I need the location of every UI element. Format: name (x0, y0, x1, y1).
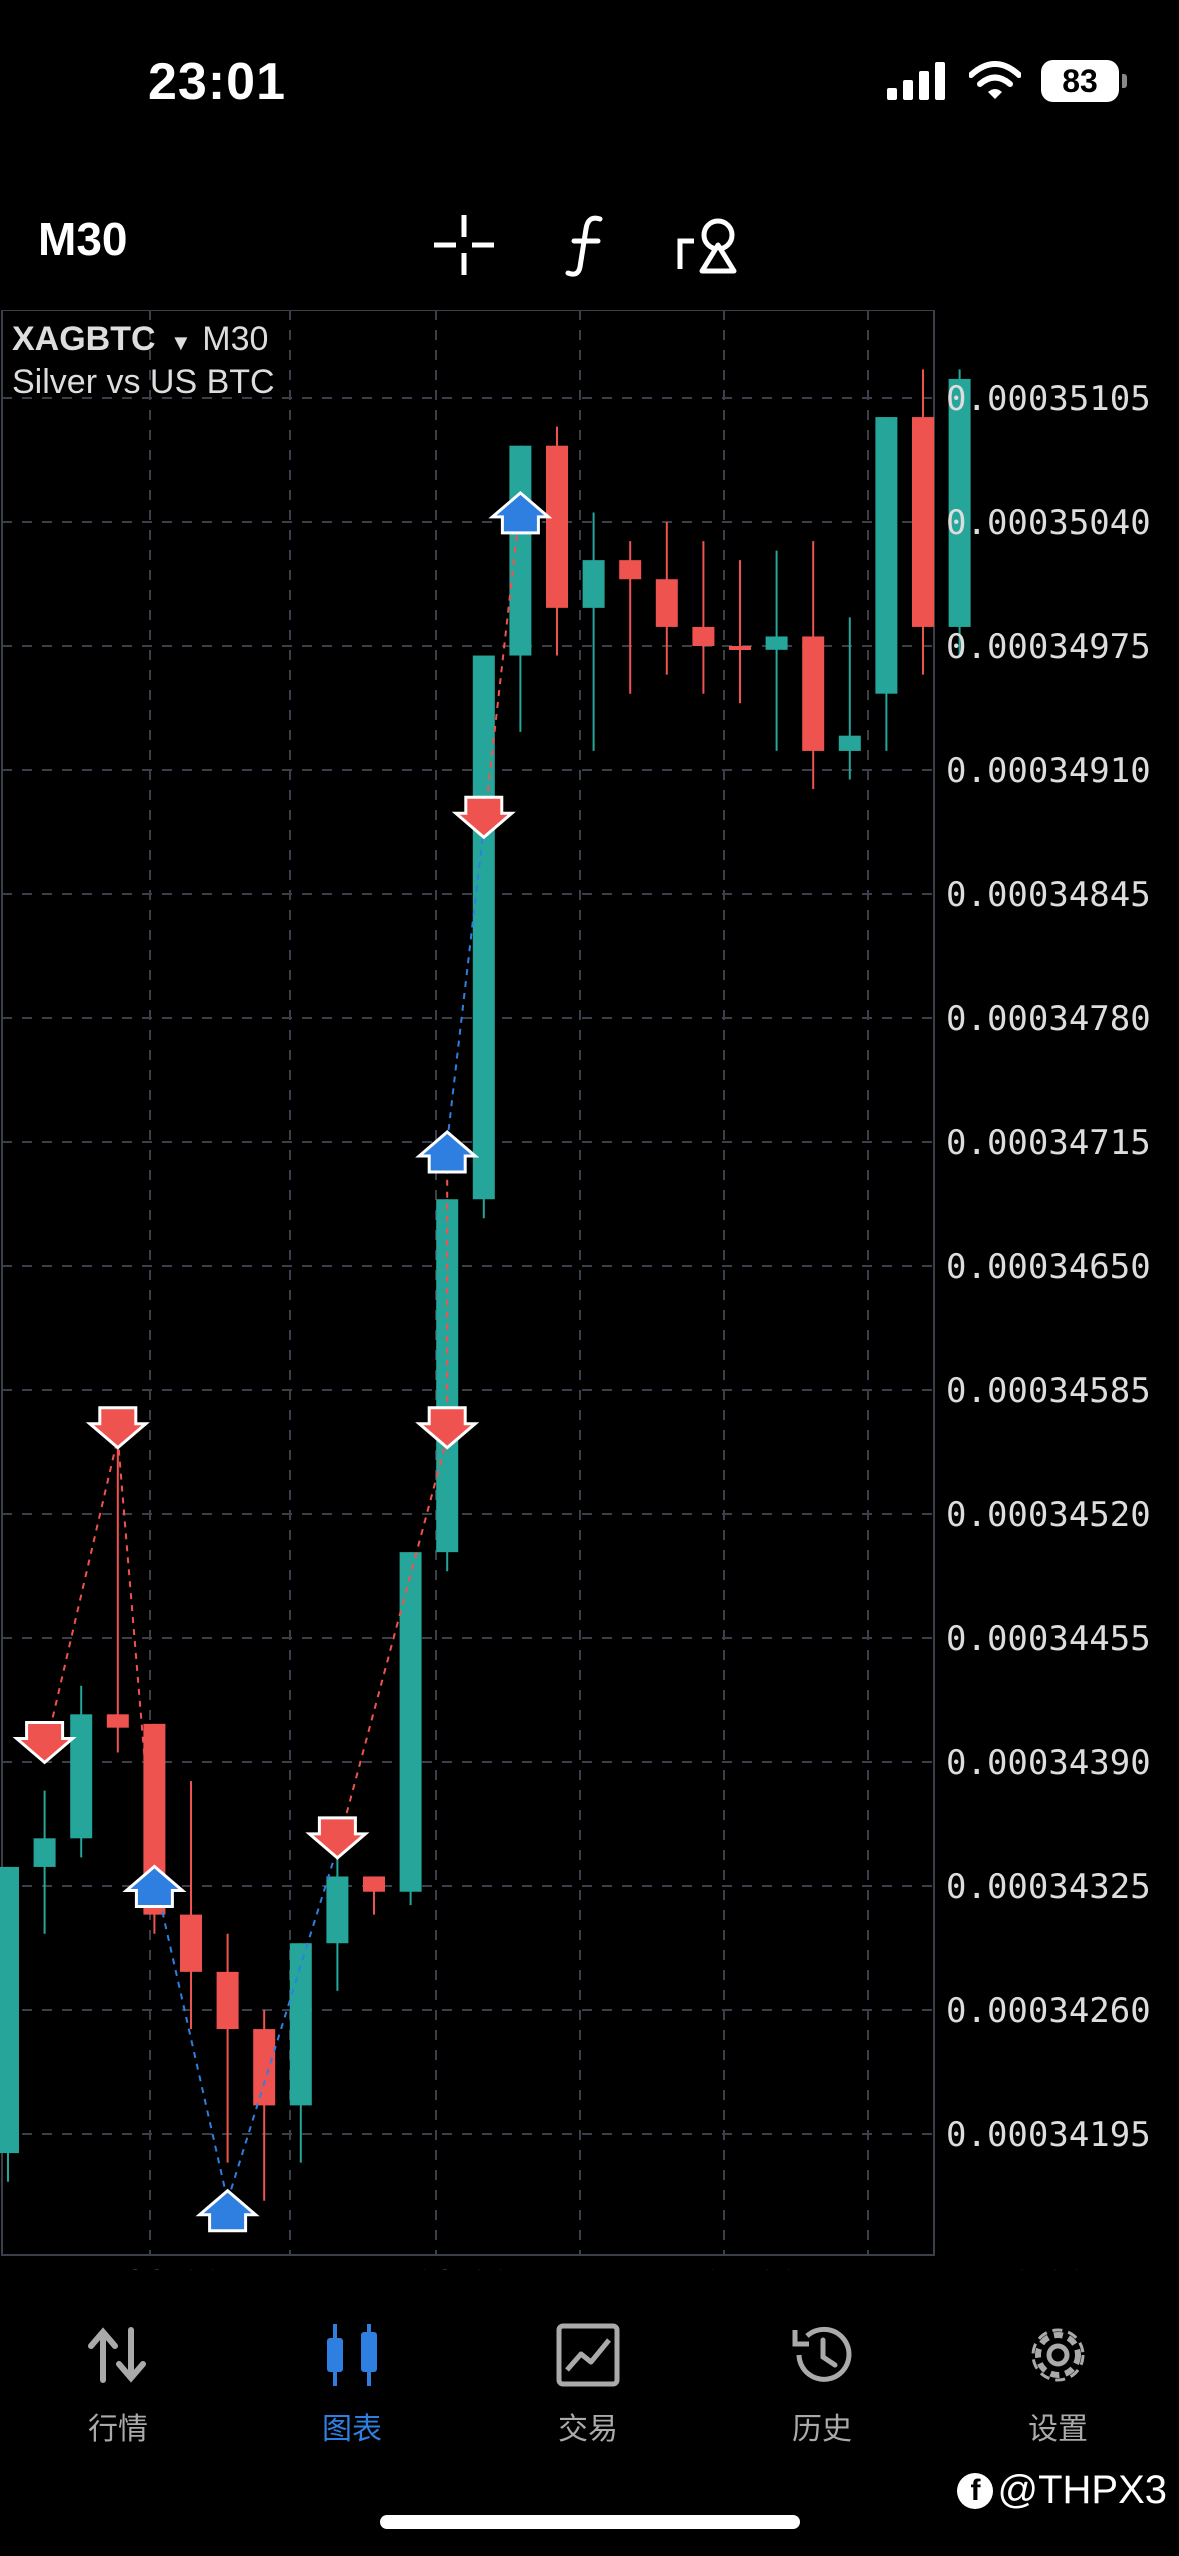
symbol-label[interactable]: XAGBTC (12, 320, 156, 358)
symbol-description: Silver vs US BTC (12, 363, 275, 401)
tab-label: 交易 (558, 2412, 618, 2447)
candle-body (326, 1876, 349, 1944)
x-tick-label: 6 May 06:00 (588, 2264, 800, 2270)
tab-label: 图表 (322, 2412, 382, 2447)
sell-arrow-icon (415, 1406, 480, 1450)
candle-body (729, 646, 751, 650)
candle-body (106, 1714, 129, 1728)
y-tick-label: 0.00034715 (946, 1123, 1151, 1163)
candle-body (912, 417, 934, 627)
candle-body (363, 1876, 385, 1892)
sell-arrow-icon (12, 1720, 77, 1765)
watermark-text: @THPX3 (997, 2468, 1167, 2512)
tab-chart[interactable]: 图表 (252, 2320, 452, 2448)
chart-timeframe-label: M30 (202, 320, 269, 358)
home-indicator (380, 2515, 800, 2529)
signal-icon (887, 62, 945, 100)
wifi-icon (969, 61, 1021, 99)
tab-settings[interactable]: 设置 (958, 2320, 1158, 2448)
candle-body (33, 1838, 56, 1867)
trade-link (226, 1847, 339, 2202)
y-tick-label: 0.00035040 (946, 503, 1151, 543)
candle-body (253, 2029, 276, 2106)
candle-body (692, 626, 715, 646)
candle-body (655, 579, 678, 627)
buy-arrow-icon (488, 490, 553, 535)
facebook-icon: f (957, 2472, 994, 2509)
sell-arrow-icon (85, 1406, 150, 1450)
crosshair-icon (434, 215, 494, 275)
watermark: f @THPX3 (957, 2468, 1167, 2513)
x-tick-label: 5 May 22:00 (12, 2264, 224, 2270)
candle-body (546, 445, 568, 608)
y-tick-label: 0.00034195 (946, 2115, 1151, 2155)
status-time: 23:01 (148, 53, 286, 111)
tab-label: 行情 (88, 2412, 148, 2447)
price-chart[interactable]: 0.00035105 0.00035040 0.00034975 0.00034910… (0, 310, 1179, 2270)
chart-icon (327, 2324, 377, 2386)
tab-quotes[interactable]: 行情 (18, 2320, 218, 2448)
candle-body (838, 735, 861, 751)
candle-body (180, 1914, 202, 1972)
buy-arrow-icon (122, 1864, 187, 1908)
y-tick-label: 0.00034845 (946, 875, 1151, 915)
y-tick-label: 0.00034650 (946, 1247, 1151, 1287)
x-tick-label: 6 May 10:00 (876, 2264, 1088, 2270)
tab-label: 设置 (1028, 2412, 1088, 2447)
settings-icon (1031, 2328, 1085, 2382)
trade-link (116, 1437, 156, 1877)
indicators-button[interactable] (548, 205, 628, 285)
y-tick-label: 0.00034390 (946, 1743, 1151, 1783)
y-tick-label: 0.00034975 (946, 627, 1151, 667)
timeframe-button[interactable]: M30 (38, 212, 127, 266)
symbol-dropdown-icon[interactable]: ▼ (170, 330, 192, 355)
trade-icon (556, 2323, 620, 2387)
buy-arrow-icon (415, 1130, 480, 1174)
trade-link (336, 1437, 449, 1849)
y-tick-label: 0.00034910 (946, 751, 1151, 791)
candle-body (70, 1714, 93, 1839)
tab-history[interactable]: 历史 (722, 2320, 922, 2448)
candle-body (216, 1971, 239, 2030)
y-tick-label: 0.00035105 (946, 379, 1151, 419)
status-icons: 83 (887, 60, 1127, 102)
y-tick-label: 0.00034325 (946, 1867, 1151, 1907)
y-tick-label: 0.00034780 (946, 999, 1151, 1039)
buy-arrow-icon (195, 2188, 260, 2233)
candle-body (765, 636, 788, 650)
sell-arrow-icon (305, 1816, 370, 1860)
quotes-icon (88, 2327, 146, 2383)
tab-label: 历史 (792, 2412, 852, 2447)
objects-icon (677, 218, 737, 274)
candle-body (472, 655, 495, 1200)
candle-body (0, 1866, 19, 2154)
candle-body (875, 417, 898, 694)
objects-button[interactable] (672, 205, 752, 285)
tab-trade[interactable]: 交易 (488, 2320, 688, 2448)
candle-body (582, 560, 605, 608)
y-tick-label: 0.00034455 (946, 1619, 1151, 1659)
crosshair-button[interactable] (424, 205, 504, 285)
history-icon (792, 2326, 852, 2382)
status-bar: 23:01 83 (0, 0, 1179, 170)
plot-frame (1, 310, 935, 2256)
sell-arrow-icon (451, 795, 516, 840)
x-tick-label: 6 May 02:00 (300, 2264, 512, 2270)
y-tick-label: 0.00034585 (946, 1371, 1151, 1411)
chart-info: XAGBTC ▼ M30 Silver vs US BTC (12, 320, 275, 402)
y-tick-label: 0.00034520 (946, 1495, 1151, 1535)
candle-body (619, 560, 642, 580)
battery-indicator: 83 (1041, 60, 1127, 102)
candle-body (802, 636, 825, 751)
candle-body (509, 445, 532, 656)
indicators-icon (565, 215, 603, 277)
y-tick-label: 0.00034260 (946, 1991, 1151, 2031)
